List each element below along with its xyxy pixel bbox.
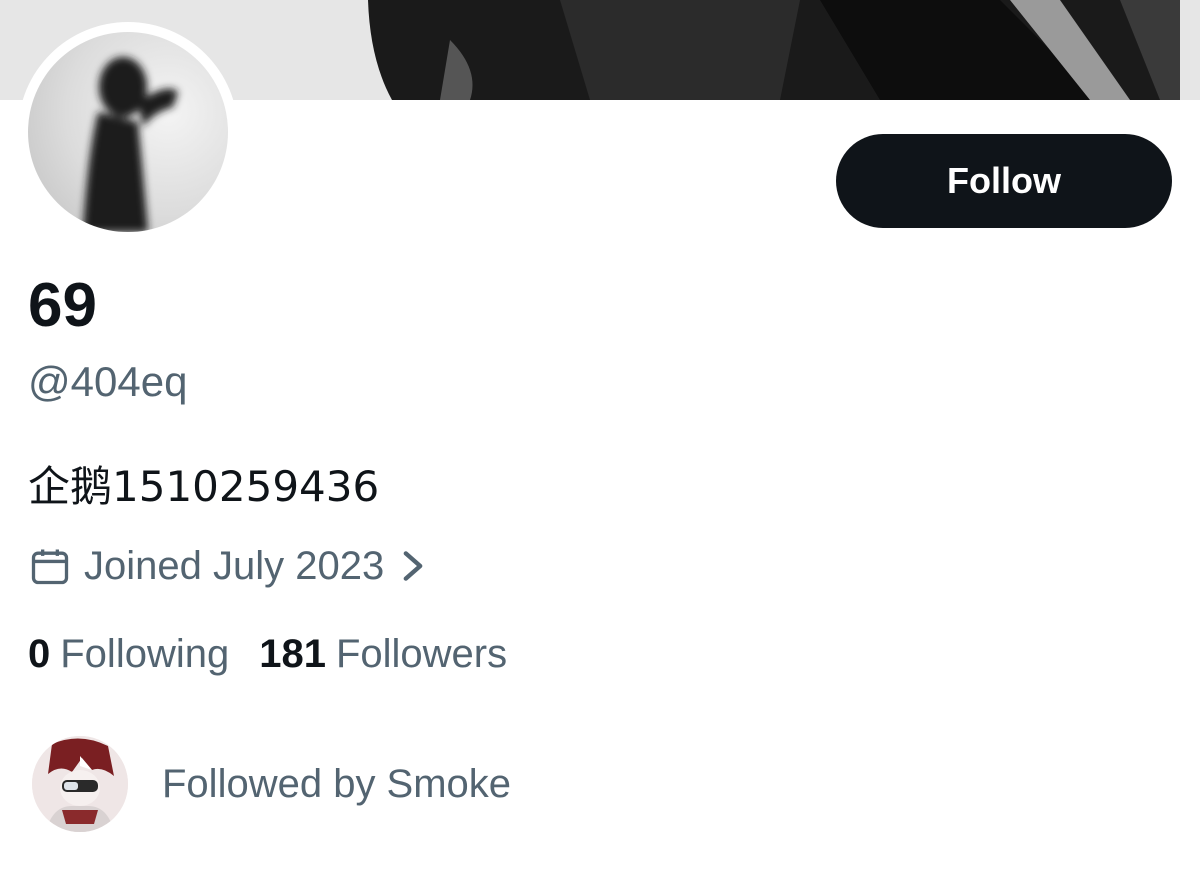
following-count: 0 [28,631,51,676]
followers-label: Followers [335,631,508,676]
joined-date-row[interactable]: Joined July 2023 [28,540,426,592]
calendar-icon [31,549,69,585]
profile-bio: 企鹅1510259436 [28,462,380,511]
follow-button[interactable]: Follow [836,134,1172,228]
following-link[interactable]: 0 Following [28,632,229,677]
user-handle: @404eq [28,358,188,405]
display-name: 69 [28,271,97,340]
followed-by-row[interactable]: Followed by Smoke [32,736,511,832]
profile-page: Follow 69 @404eq 企鹅1510259436 Joined Jul… [0,0,1200,878]
follower-avatar [32,736,128,832]
avatar-image [28,32,228,232]
followers-count: 181 [259,631,326,676]
follow-stats: 0 Following 181 Followers [28,628,537,680]
following-label: Following [60,631,230,676]
joined-date-text: Joined July 2023 [84,543,385,588]
profile-avatar[interactable] [18,22,238,242]
chevron-right-icon [403,551,423,581]
followed-by-text: Followed by Smoke [162,761,512,806]
followers-link[interactable]: 181 Followers [259,632,507,677]
